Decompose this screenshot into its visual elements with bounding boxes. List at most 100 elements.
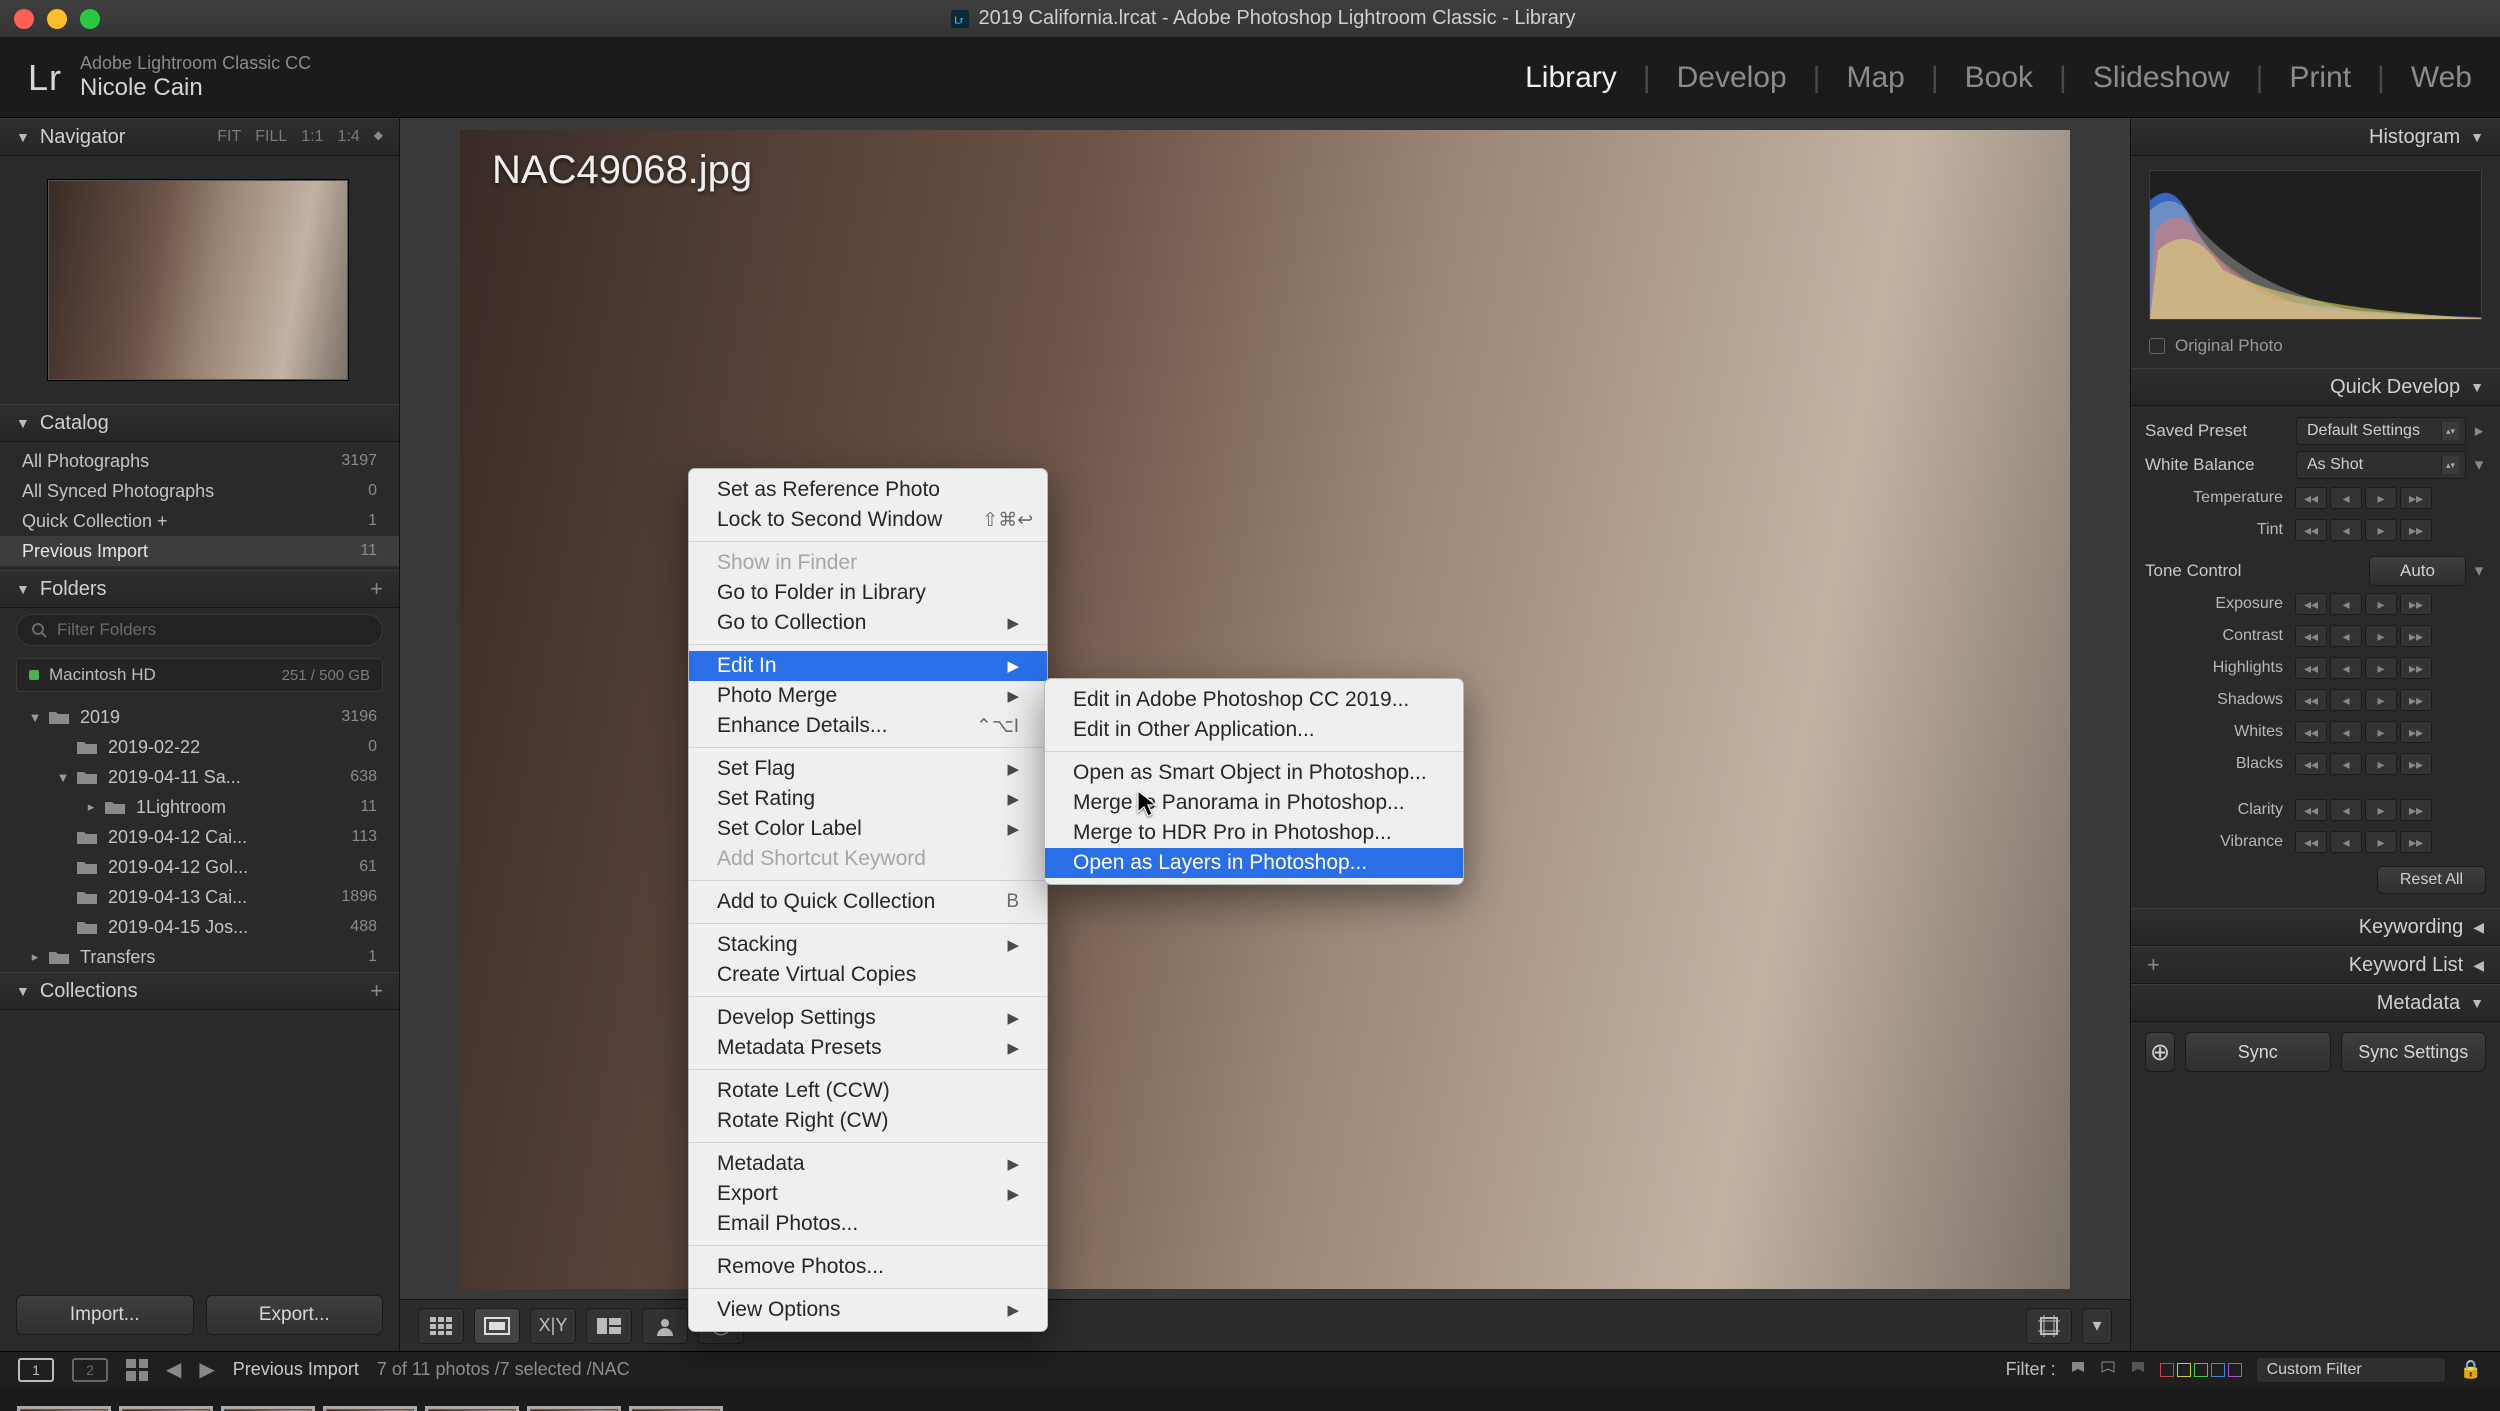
- section-collapse-icon[interactable]: ▾: [2472, 455, 2486, 475]
- catalog-item-selected[interactable]: Previous Import11: [0, 536, 399, 566]
- section-collapse-icon[interactable]: ▾: [2472, 561, 2486, 581]
- monitor-1-button[interactable]: 1: [18, 1358, 54, 1382]
- menu-item[interactable]: Photo Merge▶: [689, 681, 1047, 711]
- module-map[interactable]: Map: [1846, 61, 1904, 95]
- histogram-header[interactable]: Histogram▼: [2131, 118, 2500, 156]
- folder-row[interactable]: ▼ 20193196: [0, 702, 399, 732]
- menu-item[interactable]: Set as Reference Photo: [689, 475, 1047, 505]
- menu-item[interactable]: Open as Layers in Photoshop...: [1045, 848, 1463, 878]
- tint-stepper[interactable]: ◂◂◂▸▸▸: [2295, 519, 2432, 541]
- color-filter-swatches[interactable]: [2160, 1363, 2242, 1377]
- menu-item[interactable]: Lock to Second Window⇧⌘↩: [689, 505, 1047, 535]
- menu-item[interactable]: Set Rating▶: [689, 784, 1047, 814]
- add-collection-button[interactable]: +: [370, 978, 383, 1004]
- import-button[interactable]: Import...: [16, 1295, 194, 1335]
- add-keyword-button[interactable]: +: [2147, 952, 2160, 978]
- keyword-list-header[interactable]: + Keyword List◀: [2131, 946, 2500, 984]
- folder-row[interactable]: ▼ 2019-04-11 Sa...638: [0, 762, 399, 792]
- folder-filter-input[interactable]: Filter Folders: [16, 614, 383, 646]
- tone-stepper[interactable]: ◂◂◂▸▸▸: [2295, 799, 2432, 821]
- toolbar-dropdown-button[interactable]: ▾: [2082, 1308, 2112, 1344]
- catalog-header[interactable]: ▼ Catalog: [0, 404, 399, 442]
- menu-item[interactable]: Merge to Panorama in Photoshop...: [1045, 788, 1463, 818]
- people-view-button[interactable]: [642, 1308, 688, 1344]
- menu-item[interactable]: Remove Photos...: [689, 1252, 1047, 1282]
- folder-row[interactable]: 2019-02-220: [0, 732, 399, 762]
- menu-item[interactable]: Merge to HDR Pro in Photoshop...: [1045, 818, 1463, 848]
- flag-reject-icon[interactable]: [2130, 1360, 2146, 1380]
- menu-item[interactable]: Rotate Right (CW): [689, 1106, 1047, 1136]
- sync-settings-button[interactable]: Sync Settings: [2341, 1032, 2487, 1072]
- tone-stepper[interactable]: ◂◂◂▸▸▸: [2295, 689, 2432, 711]
- zoom-window-button[interactable]: [80, 9, 100, 29]
- compare-view-button[interactable]: X|Y: [530, 1308, 576, 1344]
- nav-zoom-ratio[interactable]: 1:4: [338, 128, 360, 146]
- tone-stepper[interactable]: ◂◂◂▸▸▸: [2295, 753, 2432, 775]
- grid-icon[interactable]: [126, 1359, 148, 1381]
- next-source-button[interactable]: ▶: [199, 1357, 214, 1382]
- module-book[interactable]: Book: [1965, 61, 2033, 95]
- menu-item[interactable]: Edit In▶: [689, 651, 1047, 681]
- flag-unflag-icon[interactable]: [2100, 1360, 2116, 1380]
- add-folder-button[interactable]: +: [370, 576, 383, 602]
- menu-item[interactable]: Add to Quick CollectionB: [689, 887, 1047, 917]
- nav-zoom-fill[interactable]: FILL: [255, 128, 287, 146]
- filmstrip-source[interactable]: Previous Import: [233, 1359, 359, 1380]
- sync-button[interactable]: Sync: [2185, 1032, 2331, 1072]
- tone-stepper[interactable]: ◂◂◂▸▸▸: [2295, 721, 2432, 743]
- menu-item[interactable]: Open as Smart Object in Photoshop...: [1045, 758, 1463, 788]
- metadata-header[interactable]: Metadata▼: [2131, 984, 2500, 1022]
- saved-preset-dropdown[interactable]: Default Settings▴▾: [2296, 417, 2466, 445]
- catalog-item[interactable]: All Photographs3197: [0, 446, 399, 476]
- menu-item[interactable]: Set Flag▶: [689, 754, 1047, 784]
- folder-row[interactable]: ▸ 1Lightroom11: [0, 792, 399, 822]
- minimize-window-button[interactable]: [47, 9, 67, 29]
- menu-item[interactable]: Rotate Left (CCW): [689, 1076, 1047, 1106]
- menu-item[interactable]: Enhance Details...⌃⌥I: [689, 711, 1047, 741]
- monitor-2-button[interactable]: 2: [72, 1358, 108, 1382]
- navigator-header[interactable]: ▼ Navigator FIT FILL 1:1 1:4 ◆: [0, 118, 399, 156]
- catalog-item[interactable]: All Synced Photographs0: [0, 476, 399, 506]
- reset-all-button[interactable]: Reset All: [2377, 866, 2486, 894]
- menu-item[interactable]: View Options▶: [689, 1295, 1047, 1325]
- menu-item[interactable]: Metadata▶: [689, 1149, 1047, 1179]
- keywording-header[interactable]: Keywording◀: [2131, 908, 2500, 946]
- survey-view-button[interactable]: [586, 1308, 632, 1344]
- menu-item[interactable]: Set Color Label▶: [689, 814, 1047, 844]
- nav-zoom-fit[interactable]: FIT: [217, 128, 241, 146]
- folder-row[interactable]: 2019-04-12 Cai...113: [0, 822, 399, 852]
- catalog-item[interactable]: Quick Collection +1: [0, 506, 399, 536]
- folder-row[interactable]: 2019-04-13 Cai...1896: [0, 882, 399, 912]
- tone-stepper[interactable]: ◂◂◂▸▸▸: [2295, 831, 2432, 853]
- navigator-preview[interactable]: [0, 156, 399, 404]
- sync-toggle-button[interactable]: ⊕: [2145, 1032, 2175, 1072]
- prev-source-button[interactable]: ◀: [166, 1357, 181, 1382]
- volume-row[interactable]: Macintosh HD251 / 500 GB: [16, 658, 383, 692]
- nav-zoom-11[interactable]: 1:1: [301, 128, 323, 146]
- grid-view-button[interactable]: [418, 1308, 464, 1344]
- nav-zoom-dropdown-icon[interactable]: ◆: [374, 128, 383, 146]
- auto-tone-button[interactable]: Auto: [2369, 556, 2466, 586]
- quick-develop-header[interactable]: Quick Develop▼: [2131, 368, 2500, 406]
- menu-item[interactable]: Edit in Other Application...: [1045, 715, 1463, 745]
- module-slideshow[interactable]: Slideshow: [2093, 61, 2230, 95]
- menu-item[interactable]: Metadata Presets▶: [689, 1033, 1047, 1063]
- folder-row[interactable]: ▸ Transfers1: [0, 942, 399, 972]
- temperature-stepper[interactable]: ◂◂◂▸▸▸: [2295, 487, 2432, 509]
- section-collapse-icon[interactable]: ▸: [2472, 421, 2486, 441]
- menu-item[interactable]: Go to Collection▶: [689, 608, 1047, 638]
- menu-item[interactable]: Email Photos...: [689, 1209, 1047, 1239]
- menu-item[interactable]: Develop Settings▶: [689, 1003, 1047, 1033]
- tone-stepper[interactable]: ◂◂◂▸▸▸: [2295, 593, 2432, 615]
- folders-header[interactable]: ▼ Folders +: [0, 570, 399, 608]
- module-develop[interactable]: Develop: [1677, 61, 1787, 95]
- module-print[interactable]: Print: [2289, 61, 2351, 95]
- menu-item[interactable]: Go to Folder in Library: [689, 578, 1047, 608]
- menu-item[interactable]: Create Virtual Copies: [689, 960, 1047, 990]
- module-web[interactable]: Web: [2411, 61, 2472, 95]
- white-balance-dropdown[interactable]: As Shot▴▾: [2296, 451, 2466, 479]
- flag-pick-icon[interactable]: [2070, 1360, 2086, 1380]
- folder-row[interactable]: 2019-04-15 Jos...488: [0, 912, 399, 942]
- menu-item[interactable]: Export▶: [689, 1179, 1047, 1209]
- original-photo-toggle[interactable]: Original Photo: [2131, 328, 2500, 368]
